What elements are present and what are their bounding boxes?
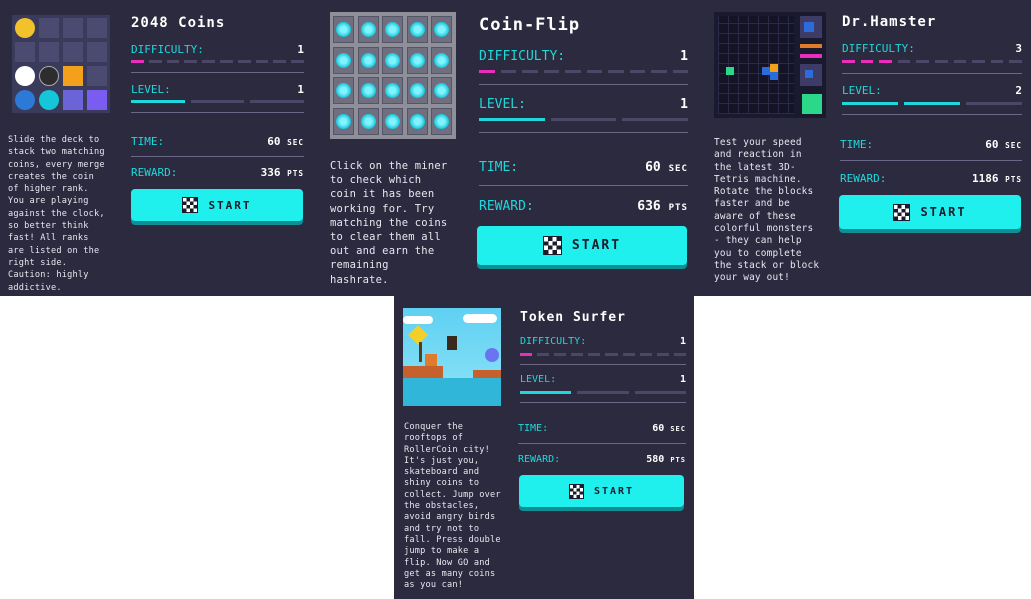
reward-value: 580 PTS: [646, 454, 686, 465]
difficulty-bar: [131, 60, 304, 63]
time-value: 60 SEC: [985, 138, 1022, 151]
start-button[interactable]: START: [131, 189, 303, 221]
difficulty-value: 1: [297, 43, 304, 56]
level-value: 1: [297, 83, 304, 96]
game-card-coin-flip: Click on the miner to check which coin i…: [320, 0, 704, 296]
level-bar: [479, 118, 689, 121]
time-value: 60 SEC: [645, 160, 688, 175]
miner-tile: [406, 46, 428, 74]
game-title: Dr.Hamster: [842, 14, 937, 30]
miner-tile: [357, 77, 379, 104]
game-card-token-surfer: Conquer the rooftops of RollerCoin city!…: [394, 296, 694, 599]
miner-tile: [333, 16, 354, 43]
divider: [479, 185, 688, 186]
checkered-flag-icon: [542, 236, 562, 255]
game-description: Slide the deck to stack two matching coi…: [8, 135, 105, 293]
divider: [842, 73, 1022, 74]
reward-label: REWARD:: [840, 172, 887, 185]
miner-tile: [357, 107, 379, 135]
reward-label: REWARD:: [131, 166, 178, 179]
miner-tile: [406, 16, 428, 43]
game-card-dr-hamster: Test your speed and reaction in the late…: [704, 0, 1031, 296]
game-card-2048-coins: Slide the deck to stack two matching coi…: [0, 0, 320, 296]
miner-tile: [333, 107, 354, 135]
divider: [842, 114, 1022, 115]
miner-tile: [406, 107, 428, 135]
miner-tile: [431, 107, 452, 135]
level-value: 2: [1015, 84, 1022, 97]
difficulty-label: DIFFICULTY:: [520, 336, 587, 347]
miner-tile: [431, 77, 452, 104]
game-thumbnail[interactable]: [12, 15, 110, 113]
checkered-flag-icon: [182, 197, 199, 213]
divider: [520, 364, 686, 365]
reward-value: 636 PTS: [637, 199, 688, 214]
difficulty-bar: [479, 70, 688, 73]
divider: [479, 132, 688, 133]
start-button[interactable]: START: [477, 226, 687, 265]
miner-tile: [333, 77, 354, 104]
miner-tile: [357, 46, 379, 74]
time-value: 60 SEC: [652, 423, 686, 434]
game-title: Coin-Flip: [479, 15, 581, 35]
miner-tile: [382, 77, 403, 104]
divider: [131, 112, 304, 113]
game-description: Click on the miner to check which coin i…: [330, 160, 448, 286]
divider: [131, 72, 304, 73]
divider: [131, 156, 304, 157]
game-thumbnail[interactable]: [714, 12, 826, 118]
reward-label: REWARD:: [518, 454, 561, 465]
game-title: 2048 Coins: [131, 15, 226, 31]
miner-tile: [382, 107, 403, 135]
divider: [518, 443, 686, 444]
game-thumbnail[interactable]: [403, 308, 501, 406]
game-description: Test your speed and reaction in the late…: [714, 137, 820, 284]
level-bar: [131, 100, 305, 103]
difficulty-value: 3: [1015, 42, 1022, 55]
miner-tile: [357, 16, 379, 43]
game-description: Conquer the rooftops of RollerCoin city!…: [404, 422, 501, 591]
miner-tile: [333, 46, 354, 74]
reward-value: 1186 PTS: [971, 172, 1022, 185]
difficulty-value: 1: [680, 49, 688, 64]
game-title: Token Surfer: [520, 310, 626, 325]
difficulty-label: DIFFICULTY:: [479, 49, 566, 64]
level-bar: [842, 102, 1022, 105]
start-button[interactable]: START: [519, 475, 684, 507]
difficulty-label: DIFFICULTY:: [842, 42, 915, 55]
game-thumbnail[interactable]: [330, 12, 456, 139]
miner-tile: [382, 16, 403, 43]
reward-label: REWARD:: [479, 199, 534, 214]
miner-tile: [431, 46, 452, 74]
time-value: 60 SEC: [267, 135, 304, 148]
divider: [840, 160, 1022, 161]
checkered-flag-icon: [893, 203, 911, 221]
reward-value: 336 PTS: [260, 166, 304, 179]
time-label: TIME:: [518, 423, 549, 434]
time-label: TIME:: [479, 160, 519, 175]
divider: [479, 84, 688, 85]
level-label: LEVEL:: [131, 83, 171, 96]
difficulty-bar: [842, 60, 1022, 63]
miner-tile: [431, 16, 452, 43]
divider: [520, 402, 686, 403]
miner-tile: [406, 77, 428, 104]
level-label: LEVEL:: [842, 84, 882, 97]
difficulty-label: DIFFICULTY:: [131, 43, 204, 56]
checkered-flag-icon: [568, 483, 584, 499]
time-label: TIME:: [840, 138, 874, 151]
time-label: TIME:: [131, 135, 165, 148]
start-button[interactable]: START: [839, 195, 1021, 229]
difficulty-value: 1: [679, 336, 686, 347]
level-bar: [520, 391, 686, 394]
miner-tile: [382, 46, 403, 74]
level-value: 1: [680, 97, 688, 112]
difficulty-bar: [520, 353, 686, 356]
level-value: 1: [679, 374, 686, 385]
level-label: LEVEL:: [479, 97, 526, 112]
level-label: LEVEL:: [520, 374, 557, 385]
